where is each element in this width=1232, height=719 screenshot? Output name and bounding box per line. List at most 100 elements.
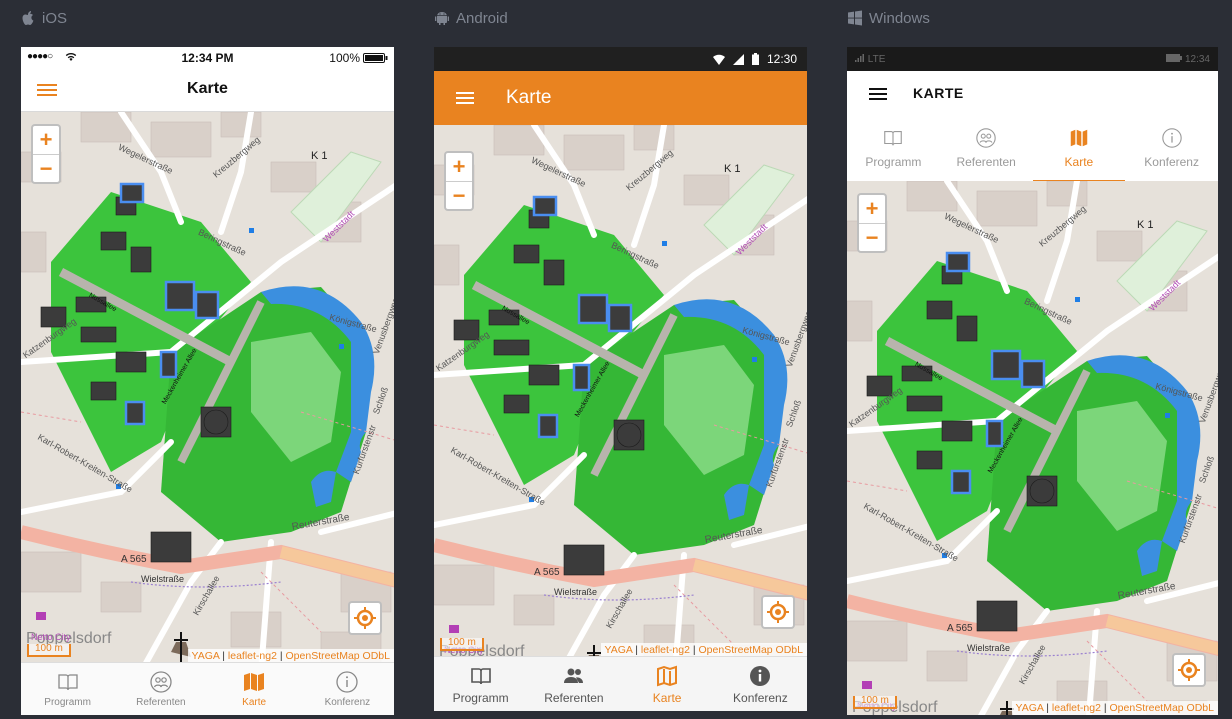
- android-locate-button[interactable]: [761, 595, 795, 629]
- ios-map[interactable]: Kirschallee Schloß Kurfürstenstr Poppelsdor…: [21, 112, 394, 663]
- windows-tab-programm[interactable]: Programm: [847, 117, 940, 181]
- map-label-wielstrasse: Wielstraße: [554, 587, 598, 597]
- ios-battery-percent: 100%: [329, 51, 360, 65]
- tab-label: Programm: [452, 690, 509, 705]
- android-zoom-out-button[interactable]: −: [446, 181, 472, 210]
- android-platform-label: Android: [434, 8, 508, 28]
- ios-zoom-control: + −: [31, 124, 61, 184]
- android-map[interactable]: KirschalleeSchloßKurfürstenstrPoppelsdor…: [434, 125, 807, 657]
- map-label-a565: A 565: [121, 554, 147, 565]
- hamburger-icon: [456, 92, 474, 104]
- android-tab-programm[interactable]: Programm: [434, 657, 527, 711]
- people-icon: [976, 128, 996, 148]
- tab-label: Karte: [652, 690, 682, 705]
- attrib-sep: |: [632, 644, 641, 656]
- windows-logo-icon: [848, 10, 862, 26]
- windows-platform-label: Windows: [847, 8, 930, 28]
- windows-menu-button[interactable]: [867, 84, 891, 104]
- ios-locate-button[interactable]: [348, 601, 382, 635]
- map-label-wielstrasse: Wielstraße: [141, 574, 185, 584]
- windows-scale-bar: 100 m: [853, 696, 897, 709]
- ios-tab-konferenz[interactable]: Konferenz: [301, 663, 394, 715]
- windows-clock: 12:34: [1184, 54, 1210, 65]
- leaflet-link[interactable]: leaflet-ng2: [228, 650, 277, 662]
- tab-label: Karte: [1064, 155, 1094, 169]
- battery-icon: [751, 53, 759, 65]
- book-icon: [884, 131, 903, 146]
- ios-label-text: iOS: [42, 9, 68, 27]
- attrib-sep: |: [219, 650, 228, 662]
- attrib-sep: |: [689, 644, 699, 656]
- leaflet-link[interactable]: leaflet-ng2: [1052, 702, 1101, 714]
- ios-scale-bar: 100 m: [27, 644, 71, 657]
- windows-signal: LTE: [855, 54, 885, 65]
- tab-label: Programm: [44, 697, 91, 708]
- osm-link[interactable]: OpenStreetMap ODbL: [699, 644, 803, 656]
- attrib-sep: |: [1043, 702, 1052, 714]
- windows-label-text: Windows: [869, 9, 930, 27]
- screenshot-root: iOS Android Windows ●●●●○ 12:34 PM 100% …: [0, 0, 1232, 719]
- windows-map[interactable]: KirschalleeSchloßKurfürstenstrPoppelsdor…: [847, 181, 1218, 715]
- android-tab-karte[interactable]: Karte: [621, 657, 714, 711]
- windows-status-right: 12:34: [1166, 54, 1210, 65]
- tab-label: Karte: [242, 697, 267, 708]
- yaga-link[interactable]: YAGA: [605, 644, 633, 656]
- map-icon: [244, 673, 265, 691]
- windows-locate-button[interactable]: [1172, 653, 1206, 687]
- windows-page-title: KARTE: [913, 85, 964, 101]
- map-label-wielstrasse: Wielstraße: [967, 643, 1011, 653]
- android-clock: 12:30: [766, 52, 797, 66]
- map-icon: [1070, 129, 1088, 147]
- android-zoom-in-button[interactable]: +: [446, 153, 472, 181]
- battery-icon: [1166, 54, 1183, 62]
- tab-label: Konferenz: [733, 690, 788, 705]
- windows-tab-karte[interactable]: Karte: [1032, 117, 1126, 182]
- ios-status-bar: ●●●●○ 12:34 PM 100%: [21, 47, 394, 69]
- android-tab-referenten[interactable]: Referenten: [527, 657, 620, 711]
- info-icon: [336, 671, 359, 693]
- windows-status-bar: LTE 12:34: [847, 47, 1218, 71]
- windows-attribution: YAGA | leaflet-ng2 | OpenStreetMap ODbL: [1011, 701, 1218, 715]
- windows-header: KARTE: [847, 71, 1218, 117]
- ios-tab-karte[interactable]: Karte: [208, 663, 301, 715]
- android-label-text: Android: [456, 9, 508, 27]
- windows-zoom-out-button[interactable]: −: [859, 223, 885, 252]
- windows-phone: LTE 12:34 KARTE Programm Referenten Kart…: [847, 47, 1218, 715]
- yaga-link[interactable]: YAGA: [192, 650, 220, 662]
- ios-tab-bar: Programm Referenten Karte Konferenz: [21, 662, 394, 715]
- map-label-a565: A 565: [534, 567, 560, 578]
- yaga-link[interactable]: YAGA: [1016, 702, 1044, 714]
- info-icon: [1161, 128, 1182, 148]
- leaflet-link[interactable]: leaflet-ng2: [641, 644, 690, 656]
- android-status-bar: 12:30: [434, 47, 807, 71]
- android-app-bar: Karte: [434, 71, 807, 125]
- tab-label: Programm: [865, 155, 922, 169]
- map-artwork: [847, 181, 1218, 715]
- windows-zoom-control: + −: [857, 193, 887, 253]
- ios-zoom-in-button[interactable]: +: [33, 126, 59, 154]
- people-icon: [563, 668, 583, 683]
- ios-phone: ●●●●○ 12:34 PM 100% Karte Kirschallee Sc…: [21, 47, 394, 715]
- locate-icon: [1178, 659, 1200, 681]
- osm-link[interactable]: OpenStreetMap ODbL: [1110, 702, 1214, 714]
- ios-tab-referenten[interactable]: Referenten: [114, 663, 207, 715]
- ios-zoom-out-button[interactable]: −: [33, 154, 59, 183]
- android-tab-konferenz[interactable]: Konferenz: [714, 657, 807, 711]
- android-scale-bar: 100 m: [440, 638, 484, 651]
- windows-tab-referenten[interactable]: Referenten: [940, 117, 1033, 181]
- windows-pivot-tabs: Programm Referenten Karte Konferenz: [847, 117, 1218, 182]
- ios-tab-programm[interactable]: Programm: [21, 663, 114, 715]
- android-menu-button[interactable]: [454, 88, 478, 108]
- ios-header: Karte: [21, 69, 394, 112]
- map-label-netto: Netto City: [31, 632, 71, 642]
- hamburger-icon: [869, 88, 887, 100]
- map-label-k1: K 1: [724, 163, 741, 175]
- android-phone: 12:30 Karte Kirschallee Schloß Kurfürste…: [434, 47, 807, 711]
- map-label-k1: K 1: [1137, 219, 1154, 231]
- android-bottom-nav: Programm Referenten Karte Konferenz: [434, 656, 807, 711]
- windows-zoom-in-button[interactable]: +: [859, 195, 885, 223]
- map-artwork: [21, 112, 394, 663]
- attrib-sep: |: [1100, 702, 1110, 714]
- osm-link[interactable]: OpenStreetMap ODbL: [286, 650, 390, 662]
- windows-tab-konferenz[interactable]: Konferenz: [1125, 117, 1218, 181]
